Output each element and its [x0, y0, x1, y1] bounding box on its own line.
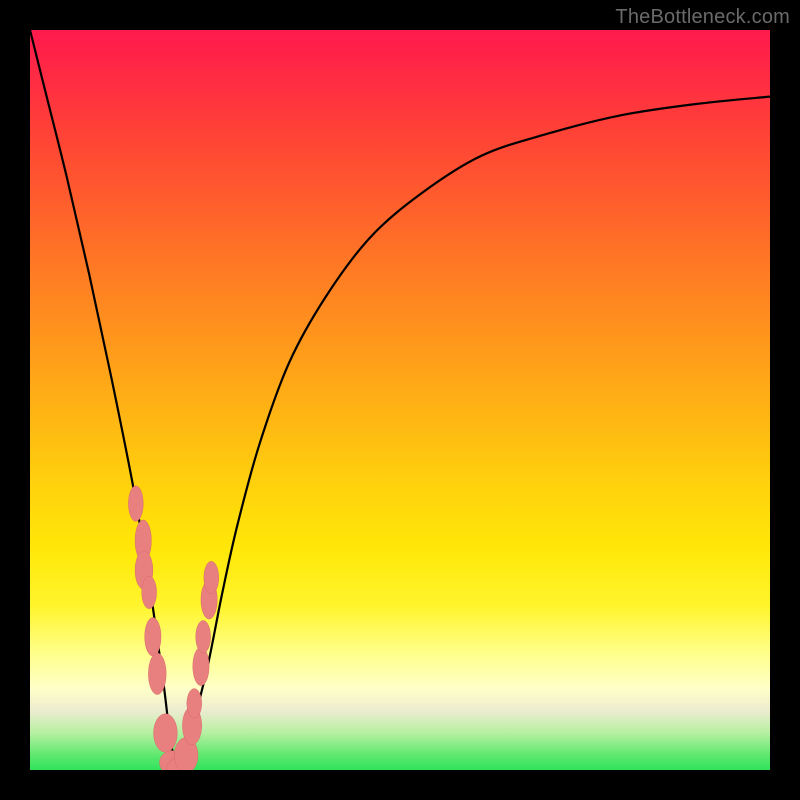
data-marker [128, 486, 143, 522]
data-marker [154, 714, 178, 752]
bottleneck-curve [30, 30, 770, 770]
marker-group [128, 486, 218, 770]
curve-layer [30, 30, 770, 770]
watermark-text: TheBottleneck.com [615, 6, 790, 29]
data-marker [187, 689, 202, 719]
plot-area [30, 30, 770, 770]
data-marker [196, 621, 211, 654]
data-marker [148, 653, 166, 694]
data-marker [193, 647, 209, 685]
data-marker [145, 618, 161, 656]
data-marker [204, 561, 219, 594]
chart-frame: TheBottleneck.com [0, 0, 800, 800]
data-marker [142, 576, 157, 609]
